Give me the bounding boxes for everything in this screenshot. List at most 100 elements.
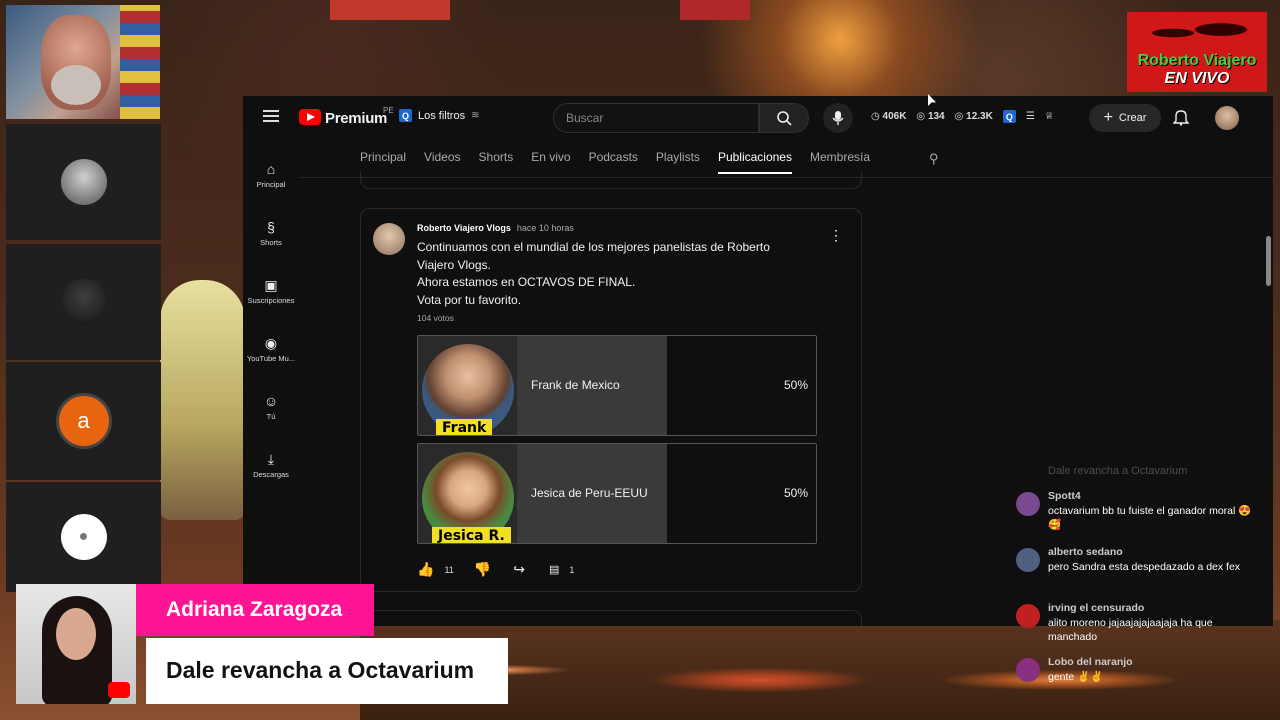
guest-face: [56, 608, 96, 660]
you-icon: ☺: [263, 392, 279, 409]
sidebar-item[interactable]: ☺ Tú: [243, 378, 299, 436]
country-code: PE: [383, 106, 394, 115]
more-options-icon[interactable]: ⋮: [829, 227, 843, 244]
chat-avatar: [1016, 548, 1040, 572]
like-icon[interactable]: 👍: [417, 561, 434, 578]
sidebar-item[interactable]: ▣ Suscripciones: [243, 262, 299, 320]
channel-tab[interactable]: Publicaciones: [717, 150, 792, 174]
youtube-brand[interactable]: Premium: [325, 110, 387, 127]
watching-count: 134: [927, 111, 945, 122]
channel-tab[interactable]: Principal: [360, 150, 406, 174]
eye-icon: ◎ 12.3K: [954, 111, 993, 122]
extension-icon[interactable]: Q: [1002, 110, 1016, 123]
comment-count: 1: [569, 564, 575, 575]
search-button[interactable]: [759, 103, 809, 133]
subscriptions-icon: ▣: [264, 276, 278, 293]
filters-extension[interactable]: Q Los filtros ≋: [399, 109, 479, 122]
sidebar-item-label: Tú: [266, 411, 276, 421]
participant-tile: ●: [6, 482, 161, 592]
option-name-tag: Jesica R.: [432, 527, 511, 543]
voice-search-button[interactable]: [823, 103, 853, 133]
next-post-card: [360, 610, 862, 626]
comment-icon[interactable]: ▤: [549, 563, 559, 576]
eye-icon: ◎ 134: [916, 111, 945, 122]
plus-icon: +: [1103, 109, 1113, 126]
menu-icon[interactable]: [263, 110, 279, 122]
live-chat: Spott4 octavarium bb tu fuiste el ganador…: [1010, 460, 1270, 700]
participant-avatar: ●: [60, 514, 107, 560]
margarita-glass-image: [160, 280, 245, 520]
poll-option-frank[interactable]: Frank Frank de Mexico 50%: [417, 335, 817, 436]
option-name-tag: Frank: [436, 419, 493, 435]
search-input[interactable]: Buscar: [553, 103, 759, 133]
participant-cameras: a ●: [6, 6, 161, 606]
chat-author: irving el censurado: [1048, 602, 1145, 614]
poll-option-jesica[interactable]: Jesica R. Jesica de Peru-EEUU 50%: [417, 443, 817, 544]
lower-third-message: Dale revancha a Octavarium: [146, 638, 508, 704]
dislike-icon[interactable]: 👎: [474, 561, 491, 578]
lower-third-name: Adriana Zaragoza: [136, 584, 374, 636]
logo-line2: EN VIVO: [1164, 70, 1230, 87]
chat-author: alberto sedano: [1048, 546, 1123, 558]
create-label: Crear: [1118, 112, 1147, 124]
previous-post-card: [360, 172, 862, 189]
sidebar-item-label: Principal: [256, 179, 286, 189]
post-line: Ahora estamos en OCTAVOS DE FINAL.: [417, 275, 636, 289]
chat-author: Spott4: [1048, 490, 1081, 502]
author-avatar[interactable]: [373, 223, 405, 255]
post-header: Roberto Viajero Vlogs hace 10 horas: [417, 223, 574, 233]
option-label: Frank de Mexico: [531, 378, 620, 392]
post-line: Viajero Vlogs.: [417, 257, 491, 272]
tune-icon: ≋: [471, 110, 480, 121]
channel-tabs: Principal Videos Shorts En vivo Podcasts Play…: [360, 150, 870, 174]
participant-tile: [6, 124, 161, 240]
notifications-bell-icon[interactable]: [1173, 108, 1189, 126]
sidebar-item[interactable]: ◉ YouTube Mu...: [243, 320, 299, 378]
post-line: Continuamos con el mundial de los mejore…: [417, 240, 770, 254]
chat-text: octavarium bb tu fuiste el ganador moral…: [1048, 505, 1252, 531]
participant-avatar: [60, 159, 107, 205]
clock-icon: ◷ 406K: [871, 111, 907, 122]
chat-author: Lobo del naranjo: [1048, 656, 1133, 668]
participant-avatar: [60, 279, 107, 325]
post-author[interactable]: Roberto Viajero Vlogs: [417, 223, 511, 233]
channel-tab[interactable]: Membresía: [810, 150, 870, 174]
youtube-badge-icon: [108, 682, 130, 698]
channel-search-icon[interactable]: ⚲: [929, 151, 939, 167]
scrollbar[interactable]: [1266, 236, 1271, 286]
sidebar: ⌂ Principal § Shorts ▣ Suscripciones ◉ YouTube …: [243, 146, 299, 494]
sidebar-item-label: Shorts: [260, 237, 282, 247]
post-actions: 👍 11 👎 ↪ ▤ 1: [417, 561, 574, 578]
share-icon[interactable]: ↪: [513, 561, 525, 578]
channel-tab[interactable]: Shorts: [479, 150, 514, 174]
other-count: 12.3K: [966, 111, 993, 122]
list-icon[interactable]: ☰: [1026, 111, 1035, 122]
channel-tab[interactable]: En vivo: [531, 150, 570, 174]
trophy-icon[interactable]: ♕: [1045, 111, 1054, 122]
poll-option-image: Frank: [418, 336, 517, 435]
participant-avatar: a: [55, 393, 112, 449]
option-percent: 50%: [783, 486, 808, 500]
sidebar-item-label: YouTube Mu...: [246, 353, 296, 363]
post-time[interactable]: hace 10 horas: [517, 223, 574, 233]
chat-avatar: [1016, 604, 1040, 628]
option-percent: 50%: [783, 378, 808, 392]
youtube-topbar: Premium PE Q Los filtros ≋ Buscar ◷ 406K…: [243, 96, 1273, 140]
user-avatar[interactable]: [1215, 106, 1239, 130]
guest-photo: [16, 584, 136, 704]
sidebar-item[interactable]: ⤓ Descargas: [243, 436, 299, 494]
sidebar-item[interactable]: ⌂ Principal: [243, 146, 299, 204]
like-count: 11: [444, 564, 454, 575]
sidebar-item[interactable]: § Shorts: [243, 204, 299, 262]
participant-tile: [6, 244, 161, 360]
channel-tab[interactable]: Videos: [424, 150, 460, 174]
channel-tab[interactable]: Podcasts: [589, 150, 638, 174]
papel-picado-decoration: [330, 0, 450, 20]
poll-option-image: Jesica R.: [418, 444, 517, 543]
channel-stats: ◷ 406K ◎ 134 ◎ 12.3K Q ☰ ♕: [871, 110, 1054, 123]
shorts-icon: §: [267, 218, 275, 235]
filters-label: Los filtros: [418, 109, 466, 122]
channel-tab[interactable]: Playlists: [656, 150, 700, 174]
create-button[interactable]: + Crear: [1089, 104, 1161, 132]
youtube-logo-icon[interactable]: [299, 109, 321, 125]
